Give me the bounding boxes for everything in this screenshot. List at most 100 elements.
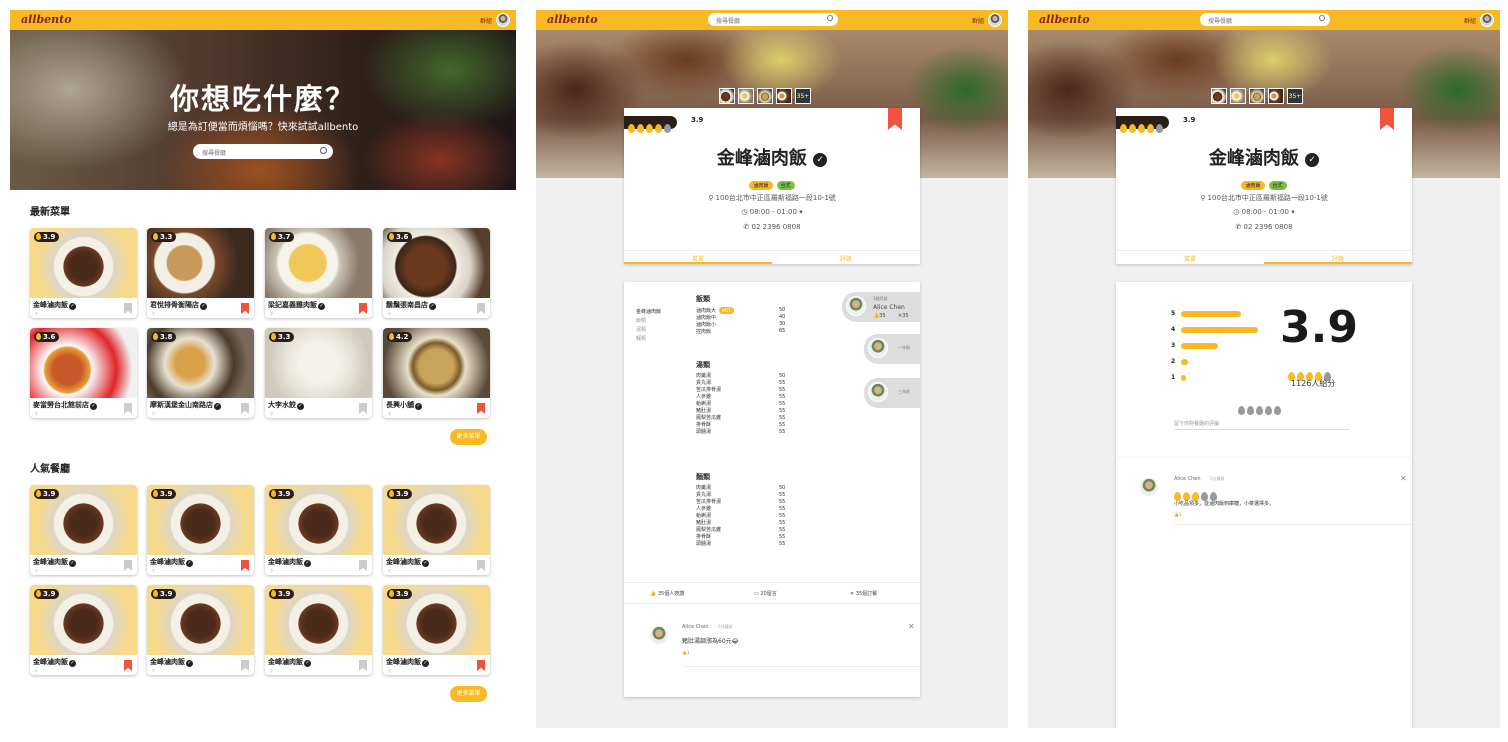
user-avatar[interactable] (496, 13, 510, 27)
bookmark-icon[interactable] (477, 560, 485, 571)
menu-item[interactable]: 滷肉飯小 (696, 322, 734, 329)
menu-item[interactable]: 貢丸湯 (696, 380, 721, 387)
search-icon[interactable] (320, 147, 327, 154)
hero-search-input[interactable]: 搜尋餐廳 (193, 144, 333, 159)
bookmark-icon[interactable] (124, 660, 132, 671)
food-photo[interactable]: 3.6 (383, 228, 490, 298)
restaurant-card[interactable]: 3.9 金峰滷肉飯 ✓ ⚲ (30, 485, 137, 575)
restaurant-card[interactable]: 3.3 大李水餃 ✓ ⚲ (265, 328, 372, 418)
menu-item[interactable]: 人參雞 (696, 506, 721, 513)
menu-item[interactable]: 滷肉飯中 (696, 315, 734, 322)
menu-item[interactable]: 頭髓湯 (696, 429, 721, 436)
restaurant-card-name[interactable]: 梁記嘉義雞肉飯 ✓ (268, 300, 325, 310)
top-search-input[interactable]: 搜尋餐廳 (1200, 13, 1330, 26)
restaurant-card-name[interactable]: 鬍鬚張南昌店 ✓ (386, 300, 436, 310)
restaurant-card[interactable]: 3.9 金峰滷肉飯 ✓ ⚲ (265, 485, 372, 575)
food-photo[interactable]: 3.8 (147, 328, 254, 398)
restaurant-card[interactable]: 3.9 金峰滷肉飯 ✓ ⚲ (30, 585, 137, 675)
rating-drop-icon[interactable] (1274, 406, 1281, 415)
photo-thumb[interactable] (1268, 88, 1284, 104)
bookmark-icon[interactable] (359, 660, 367, 671)
close-icon[interactable]: ✕ (1400, 474, 1407, 483)
review-author[interactable]: Alice Chen (1174, 476, 1201, 482)
bookmark-icon[interactable] (477, 403, 485, 414)
food-photo[interactable]: 3.9 (30, 585, 137, 655)
bookmark-icon[interactable] (241, 560, 249, 571)
comment-author[interactable]: Alice Chen (682, 624, 709, 630)
phone[interactable]: ✆ 02 2396 0808 (624, 223, 920, 231)
rating-drop-icon[interactable] (1265, 406, 1272, 415)
restaurant-card[interactable]: 3.9 金峰滷肉飯 ✓ ⚲ (383, 485, 490, 575)
rating-drop-icon[interactable] (1238, 406, 1245, 415)
tag[interactable]: 台式 (1268, 181, 1287, 190)
bookmark-icon[interactable] (124, 403, 132, 414)
user-avatar[interactable] (988, 13, 1002, 27)
search-icon[interactable] (1319, 15, 1325, 21)
bookmark-icon[interactable] (477, 303, 485, 314)
photo-thumb[interactable] (757, 88, 773, 104)
restaurant-card-name[interactable]: 金峰滷肉飯 ✓ (386, 557, 429, 567)
tab-reviews[interactable]: 評論 (772, 254, 920, 263)
bookmark-icon[interactable] (124, 303, 132, 314)
menu-sidebar-item[interactable]: 飯類 (636, 317, 661, 326)
food-photo[interactable]: 3.9 (30, 485, 137, 555)
bookmark-icon[interactable] (359, 303, 367, 314)
bookmark-icon[interactable] (241, 660, 249, 671)
more-photos-button[interactable]: 35+ (795, 88, 811, 104)
menu-note-bubble[interactable]: 一年前 (864, 334, 920, 364)
menu-item[interactable]: 鳳梨苦瓜雞 (696, 527, 721, 534)
hours[interactable]: ◷ 08:00 - 01:00 ▾ (1116, 208, 1412, 216)
menu-item[interactable]: 排骨酥 (696, 534, 721, 541)
logo[interactable]: allbento (21, 13, 72, 26)
restaurant-card-name[interactable]: 金峰滷肉飯 ✓ (33, 300, 76, 310)
menu-item[interactable]: 控肉飯 (696, 329, 734, 336)
bookmark-icon[interactable] (359, 403, 367, 414)
orders-stat[interactable]: ✕ 35個訂餐 (850, 590, 877, 597)
restaurant-card-name[interactable]: 君悅排骨衡陽店 ✓ (150, 300, 207, 310)
restaurant-card[interactable]: 3.6 麥當勞台北館前店 ✓ ⚲ (30, 328, 137, 418)
food-photo[interactable]: 3.9 (265, 585, 372, 655)
restaurant-card[interactable]: 4.2 長興小舖 ✓ ⚲ (383, 328, 490, 418)
bookmark-icon[interactable] (241, 403, 249, 414)
food-photo[interactable]: 3.9 (383, 585, 490, 655)
more-latest-button[interactable]: 更多菜單 (450, 429, 487, 445)
group-link[interactable]: 群組 (972, 16, 984, 25)
menu-item[interactable]: 肉羹湯 (696, 485, 721, 492)
tab-menu[interactable]: 菜單 (1116, 254, 1264, 263)
food-photo[interactable]: 4.2 (383, 328, 490, 398)
restaurant-card-name[interactable]: 金峰滷肉飯 ✓ (268, 557, 311, 567)
restaurant-card-name[interactable]: 長興小舖 ✓ (386, 400, 422, 410)
bookmark-icon[interactable] (888, 108, 902, 130)
comments-stat[interactable]: ▭ 20留言 (754, 590, 777, 597)
restaurant-card[interactable]: 3.7 梁記嘉義雞肉飯 ✓ ⚲ (265, 228, 372, 318)
menu-item[interactable]: 豬肚湯 (696, 408, 721, 415)
restaurant-card[interactable]: 3.9 金峰滷肉飯 ✓ ⚲ (265, 585, 372, 675)
photo-thumb[interactable] (1230, 88, 1246, 104)
bookmark-icon[interactable] (241, 303, 249, 314)
bookmark-icon[interactable] (1380, 108, 1394, 130)
user-avatar[interactable] (1480, 13, 1494, 27)
rating-drop-icon[interactable] (1256, 406, 1263, 415)
menu-item[interactable]: 蛤蜊湯 (696, 401, 721, 408)
food-photo[interactable]: 3.9 (265, 485, 372, 555)
restaurant-card[interactable]: 3.8 摩斯漢堡金山南路店 ✓ ⚲ (147, 328, 254, 418)
photo-thumb[interactable] (1211, 88, 1227, 104)
rating-drop-icon[interactable] (1247, 406, 1254, 415)
restaurant-card[interactable]: 3.9 金峰滷肉飯 ✓ ⚲ (30, 228, 137, 318)
more-photos-button[interactable]: 35+ (1287, 88, 1303, 104)
restaurant-card[interactable]: 3.3 君悅排骨衡陽店 ✓ ⚲ (147, 228, 254, 318)
hours[interactable]: ◷ 08:00 - 01:00 ▾ (624, 208, 920, 216)
menu-item[interactable]: 排骨酥 (696, 422, 721, 429)
bookmark-icon[interactable] (477, 660, 485, 671)
food-photo[interactable]: 3.7 (265, 228, 372, 298)
restaurant-card-name[interactable]: 金峰滷肉飯 ✓ (268, 657, 311, 667)
food-photo[interactable]: 3.9 (383, 485, 490, 555)
food-photo[interactable]: 3.9 (147, 585, 254, 655)
photo-thumb[interactable] (1249, 88, 1265, 104)
food-photo[interactable]: 3.9 (147, 485, 254, 555)
restaurant-card[interactable]: 3.9 金峰滷肉飯 ✓ ⚲ (383, 585, 490, 675)
photo-thumb[interactable] (738, 88, 754, 104)
restaurant-card-name[interactable]: 金峰滷肉飯 ✓ (150, 657, 193, 667)
tag[interactable]: 台式 (776, 181, 795, 190)
search-icon[interactable] (827, 15, 833, 21)
